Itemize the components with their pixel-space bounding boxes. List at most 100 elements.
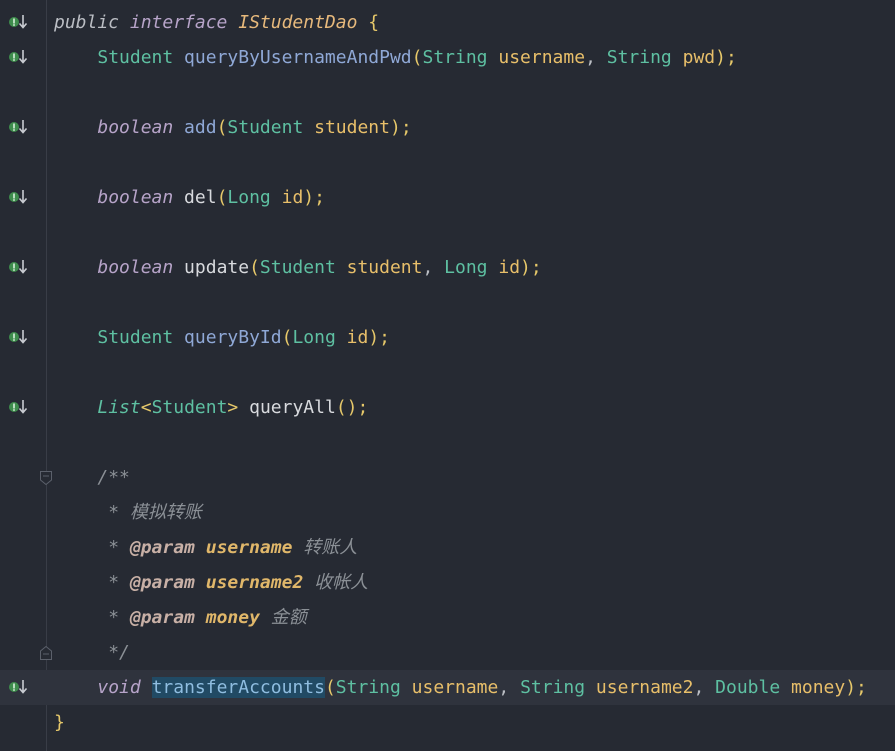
code-line[interactable]: */: [0, 635, 895, 670]
code-line[interactable]: boolean add(Student student);: [0, 110, 895, 145]
implemented-method-icon[interactable]: [8, 398, 30, 416]
implemented-method-icon[interactable]: [8, 678, 30, 696]
code-token: }: [54, 711, 65, 733]
fold-collapse-icon[interactable]: [40, 470, 52, 485]
code-token: (: [249, 256, 260, 278]
code-token: );: [715, 46, 737, 68]
code-line[interactable]: * @param money 金额: [0, 600, 895, 635]
code-token: Long: [227, 186, 271, 208]
code-token: );: [845, 676, 867, 698]
implemented-method-icon[interactable]: [8, 328, 30, 346]
code-text: boolean add(Student student);: [54, 110, 412, 145]
code-line[interactable]: Student queryByUsernameAndPwd(String use…: [0, 40, 895, 75]
code-line[interactable]: [0, 355, 895, 390]
code-token: pwd: [671, 46, 716, 68]
code-line[interactable]: List<Student> queryAll();: [0, 390, 895, 425]
code-token: ,: [498, 676, 521, 698]
code-line[interactable]: [0, 215, 895, 250]
code-token: username2: [194, 571, 304, 593]
code-token: username: [194, 536, 293, 558]
code-token: ,: [693, 676, 716, 698]
code-token: username2: [585, 676, 694, 698]
selected-token[interactable]: transferAccounts: [151, 676, 325, 698]
code-token: username: [487, 46, 586, 68]
code-token: );: [303, 186, 325, 208]
code-text: public interface IStudentDao {: [54, 5, 379, 40]
code-token: *: [108, 571, 130, 593]
code-token: @param: [129, 606, 195, 628]
code-line[interactable]: boolean update(Student student, Long id)…: [0, 250, 895, 285]
code-token: ();: [335, 396, 369, 418]
code-token: String: [606, 46, 672, 68]
code-token: queryAll: [238, 396, 336, 418]
code-text: /**: [54, 460, 130, 495]
implemented-method-icon[interactable]: [8, 118, 30, 136]
code-line[interactable]: boolean del(Long id);: [0, 180, 895, 215]
code-line[interactable]: public interface IStudentDao {: [0, 5, 895, 40]
code-token: Long: [292, 326, 336, 348]
code-line[interactable]: /**: [0, 460, 895, 495]
code-line[interactable]: [0, 425, 895, 460]
implemented-method-icon[interactable]: [8, 258, 30, 276]
code-line[interactable]: [0, 285, 895, 320]
code-text: }: [54, 705, 65, 740]
code-token: money: [780, 676, 846, 698]
code-token: id: [270, 186, 304, 208]
code-token: student: [335, 256, 423, 278]
fold-end-icon[interactable]: [40, 645, 52, 660]
code-token: (: [324, 676, 336, 698]
code-text: void transferAccounts(String username, S…: [54, 670, 867, 705]
code-token: student: [303, 116, 390, 138]
code-token: id: [335, 326, 369, 348]
code-token: IStudentDao: [238, 11, 358, 33]
code-token: queryByUsernameAndPwd: [173, 46, 412, 68]
code-token: (: [281, 326, 293, 348]
code-line-current[interactable]: void transferAccounts(String username, S…: [0, 669, 895, 705]
code-token: );: [368, 326, 390, 348]
code-token: *: [108, 606, 130, 628]
code-token: money: [194, 606, 260, 628]
code-token: /**: [97, 466, 130, 488]
code-token: @param: [129, 536, 195, 558]
code-line[interactable]: [0, 145, 895, 180]
code-token: update: [173, 256, 250, 278]
code-line[interactable]: [0, 75, 895, 110]
code-text: boolean del(Long id);: [54, 180, 325, 215]
code-token: Student: [259, 256, 336, 278]
code-line[interactable]: * @param username2 收帐人: [0, 565, 895, 600]
code-token: (: [216, 186, 228, 208]
code-text: Student queryByUsernameAndPwd(String use…: [54, 40, 737, 75]
code-line[interactable]: Student queryById(Long id);: [0, 320, 895, 355]
code-token: boolean: [97, 186, 174, 208]
code-editor[interactable]: public interface IStudentDao { Student q…: [0, 0, 895, 751]
code-token: queryById: [173, 326, 282, 348]
code-text: Student queryById(Long id);: [54, 320, 390, 355]
code-line[interactable]: * 模拟转账: [0, 495, 895, 530]
code-token: Double: [715, 676, 781, 698]
code-line[interactable]: }: [0, 705, 895, 740]
code-line[interactable]: * @param username 转账人: [0, 530, 895, 565]
code-token: del: [173, 186, 217, 208]
implemented-method-icon[interactable]: [8, 188, 30, 206]
implemented-method-icon[interactable]: [8, 13, 30, 31]
code-token: void: [97, 676, 141, 698]
code-token: ,: [422, 256, 445, 278]
implemented-method-icon[interactable]: [8, 48, 30, 66]
code-token: );: [389, 116, 412, 138]
code-token: String: [520, 676, 586, 698]
code-token: 转账人: [292, 536, 358, 558]
code-token: add: [173, 116, 217, 138]
code-token: *: [108, 536, 130, 558]
code-token: <: [140, 396, 152, 418]
